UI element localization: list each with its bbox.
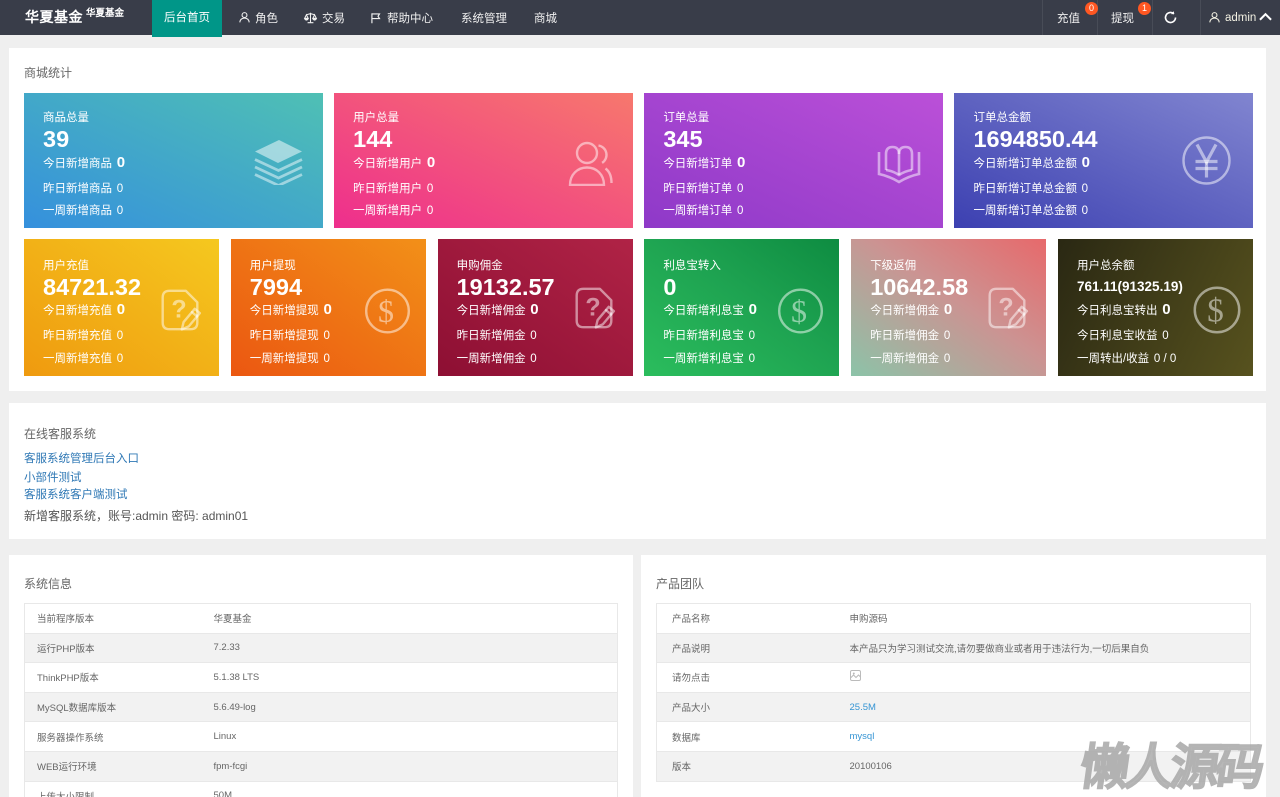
svg-text:$: $ [378, 293, 394, 329]
svg-text:$: $ [791, 293, 807, 329]
svg-text:$: $ [1207, 292, 1224, 329]
